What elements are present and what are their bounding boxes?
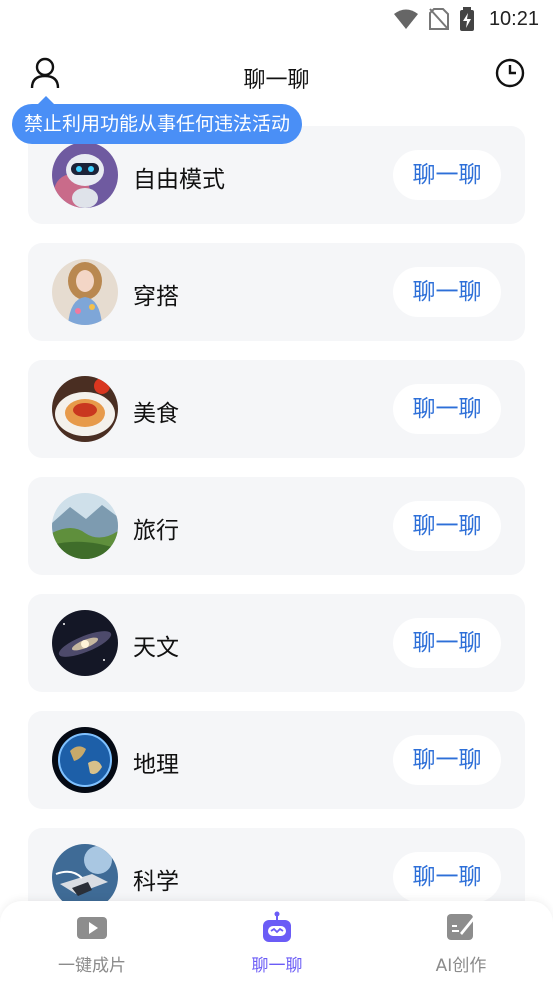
- valley-avatar: [52, 493, 118, 559]
- robot-chat-icon: [261, 911, 293, 943]
- doll-avatar: [52, 259, 118, 325]
- topic-card-outfit[interactable]: 穿搭 聊一聊: [28, 243, 525, 341]
- history-button[interactable]: [493, 58, 527, 92]
- topic-card-travel[interactable]: 旅行 聊一聊: [28, 477, 525, 575]
- battery-charging-icon: [459, 7, 475, 31]
- nav-item-chat[interactable]: 聊一聊: [207, 901, 347, 983]
- chat-button[interactable]: 聊一聊: [393, 267, 501, 317]
- galaxy-avatar: [52, 610, 118, 676]
- status-bar: 10:21: [0, 0, 553, 38]
- topic-label: 自由模式: [133, 167, 225, 193]
- nav-label: 一键成片: [58, 956, 126, 976]
- robot-avatar: [52, 142, 118, 208]
- topic-label: 美食: [133, 401, 179, 427]
- history-clock-icon: [495, 58, 525, 92]
- status-time: 10:21: [488, 7, 539, 30]
- topic-label: 穿搭: [133, 284, 179, 310]
- nav-label: 聊一聊: [251, 956, 303, 976]
- wifi-icon: [393, 8, 419, 30]
- status-icons: 10:21: [393, 6, 539, 32]
- app-header: 聊一聊: [0, 46, 553, 106]
- ai-write-icon: [445, 911, 477, 943]
- chat-button[interactable]: 聊一聊: [393, 735, 501, 785]
- chat-button[interactable]: 聊一聊: [393, 501, 501, 551]
- video-icon: [76, 911, 108, 943]
- bottom-nav: 一键成片 聊一聊 AI创作: [0, 901, 553, 983]
- chat-button[interactable]: 聊一聊: [393, 852, 501, 902]
- pasta-avatar: [52, 376, 118, 442]
- topic-card-geography[interactable]: 地理 聊一聊: [28, 711, 525, 809]
- topic-label: 地理: [133, 752, 179, 778]
- nav-label: AI创作: [435, 956, 487, 976]
- warning-tooltip: 禁止利用功能从事任何违法活动: [12, 96, 303, 144]
- no-sim-icon: [428, 7, 449, 31]
- topic-label: 天文: [133, 635, 179, 661]
- earth-avatar: [52, 727, 118, 793]
- chat-button[interactable]: 聊一聊: [393, 384, 501, 434]
- page-title: 聊一聊: [243, 68, 310, 93]
- topic-card-food[interactable]: 美食 聊一聊: [28, 360, 525, 458]
- topic-label: 旅行: [133, 518, 179, 544]
- nav-item-ai-create[interactable]: AI创作: [391, 901, 531, 983]
- nav-item-one-click-video[interactable]: 一键成片: [22, 901, 162, 983]
- chat-button[interactable]: 聊一聊: [393, 618, 501, 668]
- chat-button[interactable]: 聊一聊: [393, 150, 501, 200]
- topic-label: 科学: [133, 869, 179, 895]
- topic-card-astronomy[interactable]: 天文 聊一聊: [28, 594, 525, 692]
- topic-list: 自由模式 聊一聊 穿搭 聊一聊 美食 聊一聊 旅行 聊一聊 天文 聊一聊 地理 …: [28, 126, 525, 945]
